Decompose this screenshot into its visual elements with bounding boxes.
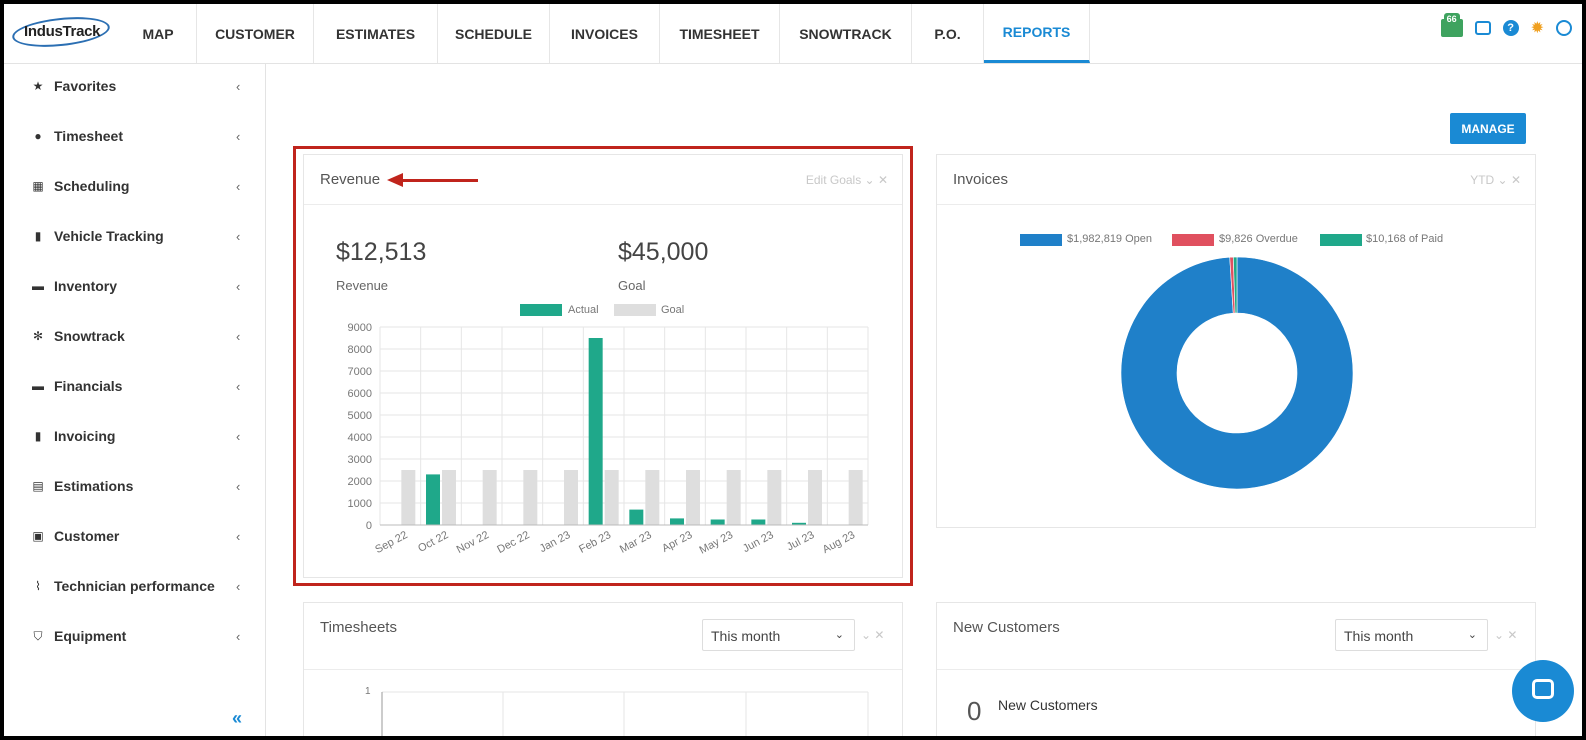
notifications-monitor-icon[interactable]: 66 (1440, 13, 1463, 37)
contact-icon: ▣ (32, 529, 44, 543)
nav-tab-estimates[interactable]: ESTIMATES (314, 4, 438, 63)
sidebar-item-customer[interactable]: ▣ Customer ‹ (4, 521, 266, 551)
chevron-left-icon[interactable]: ‹ (236, 179, 240, 194)
sidebar-item-equipment[interactable]: ⛉ Equipment ‹ (4, 621, 266, 651)
sidebar-item-label: Favorites (54, 78, 117, 94)
calendar-icon: ▦ (32, 179, 44, 193)
chevron-down-icon: ⌄ (834, 629, 844, 641)
chat-icon[interactable] (1474, 21, 1491, 35)
sidebar-item-label: Equipment (54, 628, 127, 644)
new-customers-count: 0 (967, 696, 982, 726)
star-icon: ★ (32, 79, 44, 93)
logo-text: IndusTrack (24, 23, 101, 40)
new-customers-card-tools[interactable]: ⌄ ✕ (1494, 628, 1568, 642)
chevron-left-icon[interactable]: ‹ (236, 379, 240, 394)
legend-label-overdue: $9,826 Overdue (1219, 233, 1298, 245)
sidebar-item-favorites[interactable]: ★ Favorites ‹ (4, 71, 266, 101)
timesheets-period-select[interactable]: This month ⌄ (702, 619, 855, 651)
chevron-left-icon[interactable]: ‹ (236, 579, 240, 594)
chevron-left-icon[interactable]: ‹ (236, 629, 240, 644)
chevron-left-icon[interactable]: ‹ (236, 429, 240, 444)
chevron-left-icon[interactable]: ‹ (236, 479, 240, 494)
legend-label-open: $1,982,819 Open (1067, 233, 1153, 245)
nav-tab-po[interactable]: P.O. (912, 4, 984, 63)
invoices-card-tools[interactable]: YTD ⌄ ✕ (1470, 173, 1521, 187)
top-navigation: IndusTrack MAP CUSTOMER ESTIMATES SCHEDU… (4, 4, 1582, 64)
legend-swatch-paid (1320, 234, 1362, 246)
snowflake-icon: ✻ (32, 329, 44, 343)
sidebar-item-vehicle-tracking[interactable]: ▮ Vehicle Tracking ‹ (4, 221, 266, 251)
help-icon[interactable]: ? (1502, 20, 1519, 36)
chart-line-icon: ⌇ (35, 579, 41, 593)
sidebar-item-snowtrack[interactable]: ✻ Snowtrack ‹ (4, 321, 266, 351)
calculator-icon: ▤ (32, 479, 44, 493)
annotation-arrow-head (387, 173, 403, 187)
sidebar-item-estimations[interactable]: ▤ Estimations ‹ (4, 471, 266, 501)
nav-tab-timesheet[interactable]: TIMESHEET (660, 4, 780, 63)
new-customers-period-select[interactable]: This month ⌄ (1335, 619, 1488, 651)
timesheets-y-tick: 1 (365, 686, 371, 697)
legend-swatch-open (1020, 234, 1062, 246)
sidebar-item-label: Inventory (54, 278, 118, 294)
sidebar-item-timesheet[interactable]: ● Timesheet ‹ (4, 121, 266, 151)
chevron-down-icon: ⌄ (1467, 629, 1477, 641)
money-icon: ▬ (32, 379, 44, 393)
gear-icon[interactable]: ✹ (1531, 18, 1544, 38)
user-account-icon[interactable] (1556, 20, 1572, 36)
nav-tab-invoices[interactable]: INVOICES (550, 4, 660, 63)
sidebar-item-technician-performance[interactable]: ⌇ Technician performance ‹ (4, 571, 266, 601)
nav-tab-schedule[interactable]: SCHEDULE (438, 4, 550, 63)
sidebar-item-scheduling[interactable]: ▦ Scheduling ‹ (4, 171, 266, 201)
sidebar-item-label: Technician performance (54, 578, 215, 594)
legend-label-paid: $10,168 of Paid (1366, 233, 1444, 245)
clock-icon: ● (34, 129, 42, 143)
invoices-card-title: Invoices (953, 171, 1009, 188)
new-customers-count-label: New Customers (998, 697, 1098, 713)
nav-tab-snowtrack[interactable]: SNOWTRACK (780, 4, 912, 63)
truck-icon: ▮ (34, 229, 42, 243)
nav-tab-map[interactable]: MAP (120, 4, 197, 63)
legend-swatch-overdue (1172, 234, 1214, 246)
chevron-left-icon[interactable]: ‹ (236, 329, 240, 344)
timesheets-chart-grid (381, 691, 869, 736)
nav-tab-reports[interactable]: REPORTS (984, 4, 1090, 63)
sidebar-item-label: Vehicle Tracking (54, 228, 164, 244)
sidebar: « ★ Favorites ‹ ● Timesheet ‹ ▦ Scheduling ‹ ▮ Veh… (4, 64, 266, 736)
new-customers-period-value: This month (1344, 628, 1414, 644)
sidebar-item-financials[interactable]: ▬ Financials ‹ (4, 371, 266, 401)
chevron-left-icon[interactable]: ‹ (236, 79, 240, 94)
industrack-logo[interactable]: IndusTrack (10, 12, 112, 52)
chevron-left-icon[interactable]: ‹ (236, 279, 240, 294)
invoice-icon: ▮ (34, 429, 42, 443)
sidebar-item-label: Estimations (54, 478, 134, 494)
annotation-arrow-shaft (402, 179, 478, 182)
sidebar-item-invoicing[interactable]: ▮ Invoicing ‹ (4, 421, 266, 451)
sidebar-item-label: Customer (54, 528, 120, 544)
collapse-sidebar-icon[interactable]: « (232, 708, 242, 729)
invoices-card-header: Invoices YTD ⌄ ✕ (937, 155, 1535, 205)
live-chat-button[interactable] (1512, 660, 1574, 722)
sidebar-item-label: Snowtrack (54, 328, 125, 344)
highlight-box (293, 146, 913, 586)
chevron-left-icon[interactable]: ‹ (236, 129, 240, 144)
sidebar-item-inventory[interactable]: ▬ Inventory ‹ (4, 271, 266, 301)
chat-bubble-icon (1532, 679, 1554, 699)
sidebar-item-label: Scheduling (54, 178, 130, 194)
new-customers-card-title: New Customers (953, 619, 1060, 636)
sidebar-item-label: Invoicing (54, 428, 116, 444)
nav-tab-customer[interactable]: CUSTOMER (197, 4, 314, 63)
timesheets-card-title: Timesheets (320, 619, 397, 636)
invoices-donut-chart (1120, 256, 1354, 490)
app-window: IndusTrack MAP CUSTOMER ESTIMATES SCHEDU… (0, 0, 1586, 740)
shield-icon: ⛉ (33, 628, 43, 643)
sidebar-item-label: Financials (54, 378, 123, 394)
warehouse-icon: ▬ (32, 279, 44, 293)
manage-button[interactable]: MANAGE (1450, 113, 1526, 144)
top-icon-bar: 66 ? ✹ (1440, 13, 1572, 38)
chevron-left-icon[interactable]: ‹ (236, 229, 240, 244)
chevron-left-icon[interactable]: ‹ (236, 529, 240, 544)
sidebar-item-label: Timesheet (54, 128, 123, 144)
timesheets-period-value: This month (711, 628, 781, 644)
notification-count: 66 (1443, 13, 1460, 25)
